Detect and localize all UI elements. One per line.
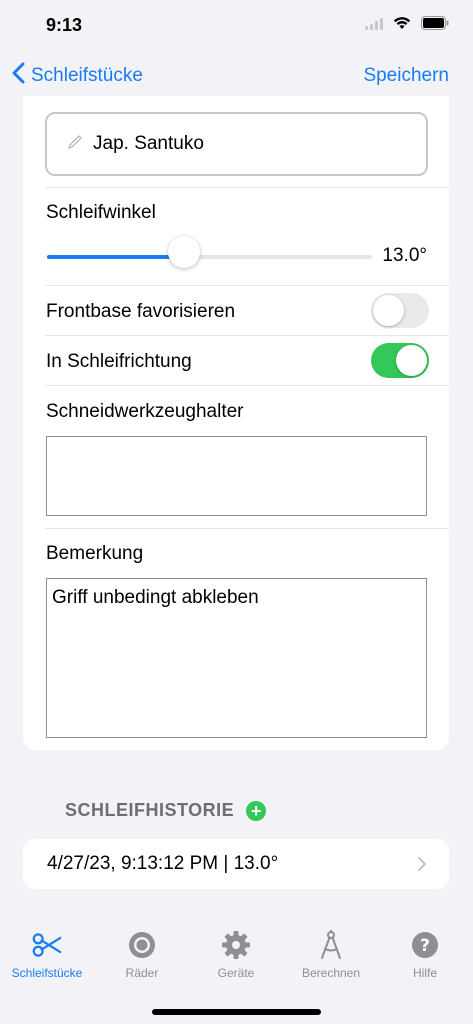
chevron-left-icon xyxy=(12,62,31,90)
help-icon: ? xyxy=(410,930,440,960)
home-indicator xyxy=(152,1009,321,1015)
tab-label: Räder xyxy=(125,966,159,980)
divider xyxy=(45,528,449,529)
history-header: SCHLEIFHISTORIE + xyxy=(65,800,267,821)
toggle-knob xyxy=(396,345,427,376)
wheel-icon xyxy=(127,930,157,960)
divider xyxy=(45,385,449,386)
note-label: Bemerkung xyxy=(46,543,144,564)
holder-label: Schneidwerkzeughalter xyxy=(46,401,244,422)
name-input[interactable] xyxy=(93,133,393,155)
status-icons xyxy=(365,16,449,35)
name-field[interactable] xyxy=(45,112,428,176)
back-button-label: Schleifstücke xyxy=(31,65,143,86)
tab-label: Berechnen xyxy=(301,966,361,980)
tab-label: Hilfe xyxy=(412,966,437,980)
note-textarea[interactable]: Griff unbedingt abkleben xyxy=(47,579,426,737)
compass-icon xyxy=(316,930,346,960)
tab-geraete[interactable]: Geräte xyxy=(189,930,283,980)
navigation-bar: Schleifstücke Speichern xyxy=(0,56,473,96)
note-textbox[interactable]: Griff unbedingt abkleben xyxy=(46,578,427,738)
cellular-signal-icon xyxy=(365,17,383,35)
frontbase-toggle[interactable] xyxy=(371,293,429,328)
scissors-icon xyxy=(32,930,62,960)
battery-icon xyxy=(421,16,449,35)
chevron-right-icon xyxy=(417,856,427,877)
holder-textarea[interactable] xyxy=(47,437,426,515)
tab-hilfe[interactable]: ? Hilfe xyxy=(378,930,472,980)
tab-berechnen[interactable]: Berechnen xyxy=(284,930,378,980)
frontbase-label: Frontbase favorisieren xyxy=(46,301,236,322)
wifi-icon xyxy=(393,16,411,35)
form-card: Schleifwinkel 13.0° Frontbase favorisier… xyxy=(23,96,449,750)
gear-icon xyxy=(221,930,251,960)
angle-label: Schleifwinkel xyxy=(46,202,156,223)
direction-label: In Schleifrichtung xyxy=(46,351,192,372)
divider xyxy=(45,335,449,336)
tab-schleifstuecke[interactable]: Schleifstücke xyxy=(0,930,94,980)
angle-slider-fill xyxy=(47,255,184,259)
angle-slider-thumb[interactable] xyxy=(167,236,200,268)
holder-textbox[interactable] xyxy=(46,436,427,516)
status-bar: 9:13 xyxy=(0,0,473,50)
svg-text:?: ? xyxy=(420,936,430,956)
angle-slider[interactable] xyxy=(47,255,372,259)
status-time: 9:13 xyxy=(46,15,83,35)
tab-raeder[interactable]: Räder xyxy=(95,930,189,980)
divider xyxy=(45,285,449,286)
direction-toggle[interactable] xyxy=(371,343,429,378)
save-button[interactable]: Speichern xyxy=(363,65,449,87)
tab-bar: Schleifstücke Räder Geräte Berechnen ? H… xyxy=(0,930,473,990)
history-title: SCHLEIFHISTORIE xyxy=(65,800,235,820)
divider xyxy=(45,187,449,188)
back-button[interactable]: Schleifstücke xyxy=(12,62,143,90)
history-entry-text: 4/27/23, 9:13:12 PM | 13.0° xyxy=(47,853,279,874)
add-history-button[interactable]: + xyxy=(246,800,267,821)
history-row[interactable]: 4/27/23, 9:13:12 PM | 13.0° xyxy=(23,839,449,889)
toggle-knob xyxy=(373,295,404,326)
tab-label: Schleifstücke xyxy=(11,966,83,980)
tab-label: Geräte xyxy=(217,966,255,980)
angle-value: 13.0° xyxy=(382,245,427,266)
pencil-icon xyxy=(47,134,93,155)
